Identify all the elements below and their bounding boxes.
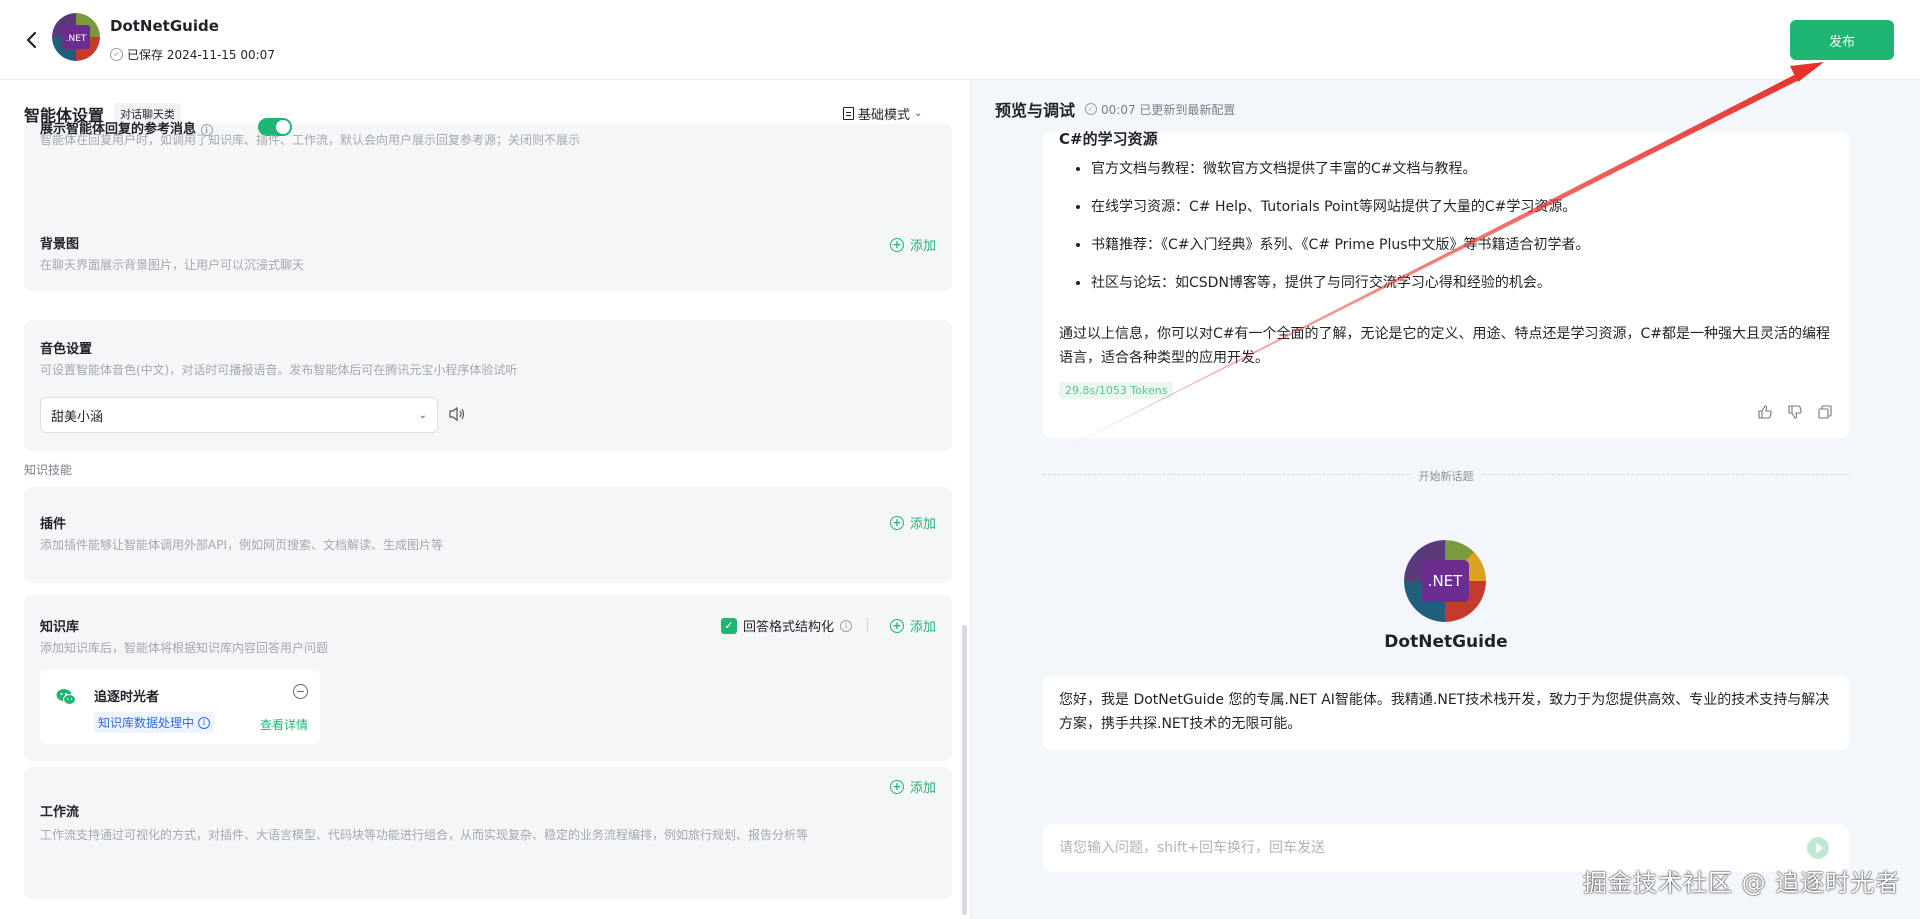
knowledge-card: 知识库 添加知识库后，智能体将根据知识库内容回答用户问题 ✓ 回答格式结构化 i… bbox=[24, 594, 952, 761]
knowledge-item: 追逐时光者 知识库数据处理中 i 查看详情 bbox=[40, 670, 320, 744]
check-circle-icon: ✓ bbox=[110, 48, 123, 61]
voice-desc: 可设置智能体音色(中文)，对话时可播报语音。发布智能体后可在腾讯元宝小程序体验试… bbox=[40, 363, 518, 377]
scrollbar[interactable] bbox=[962, 625, 967, 915]
copy-icon[interactable] bbox=[1817, 404, 1833, 420]
list-item: 社区与论坛：如CSDN博客等，提供了与同行交流学习心得和经验的机会。 bbox=[1091, 274, 1590, 312]
structured-answer-label: 回答格式结构化 bbox=[742, 620, 834, 635]
chevron-down-icon: ⌄ bbox=[418, 409, 427, 421]
preview-header: 预览与调试 ✓ 00:07 已更新到最新配置 bbox=[995, 97, 1235, 121]
plus-circle-icon: + bbox=[889, 618, 904, 633]
agent-settings-panel: 智能体设置 对话聊天类 基础模式 ⌄ 展示智能体回复的参考消息 i 智能体在回复… bbox=[0, 80, 970, 919]
workflow-desc: 工作流支持通过可视化的方式，对插件、大语言模型、代码块等功能进行组合，从而实现复… bbox=[40, 828, 809, 842]
publish-button[interactable]: 发布 bbox=[1790, 20, 1894, 60]
preview-panel: 预览与调试 ✓ 00:07 已更新到最新配置 C#的学习资源 官方文档与教程：微… bbox=[970, 80, 1920, 919]
plugins-card: 插件 添加插件能够让智能体调用外部API，例如网页搜索、文档解读、生成图片等 +… bbox=[24, 487, 952, 583]
bot-answer-message: C#的学习资源 官方文档与教程：微软官方文档提供了丰富的C#文档与教程。 在线学… bbox=[1043, 130, 1849, 438]
add-label: 添加 bbox=[909, 517, 936, 532]
new-topic-label[interactable]: 开始新话题 bbox=[1410, 468, 1482, 484]
new-topic-divider: 开始新话题 bbox=[1043, 468, 1849, 484]
mode-selector[interactable]: 基础模式 ⌄ bbox=[843, 104, 922, 123]
tokens-badge: 29.8s/1053 Tokens bbox=[1059, 382, 1174, 399]
voice-card: 音色设置 可设置智能体音色(中文)，对话时可播报语音。发布智能体后可在腾讯元宝小… bbox=[24, 320, 952, 451]
wechat-icon bbox=[56, 689, 76, 705]
save-status-text: 已保存 2024-11-15 00:07 bbox=[127, 48, 275, 62]
knowledge-title: 知识库 bbox=[40, 620, 80, 635]
references-desc: 智能体在回复用户时，如调用了知识库、插件、工作流，默认会向用户展示回复参考源；关… bbox=[40, 133, 581, 147]
check-circle-icon: ✓ bbox=[1085, 103, 1098, 115]
thumbs-up-icon[interactable] bbox=[1757, 404, 1773, 420]
workflow-add-button[interactable]: + 添加 bbox=[889, 777, 936, 796]
structured-answer-option: ✓ 回答格式结构化 i bbox=[720, 616, 852, 635]
chevron-down-icon: ⌄ bbox=[914, 108, 923, 119]
bot-name: DotNetGuide bbox=[1384, 632, 1508, 652]
top-header: .NET DotNetGuide ✓ 已保存 2024-11-15 00:07 … bbox=[0, 0, 1920, 80]
list-item: 在线学习资源：C# Help、Tutorials Point等网站提供了大量的C… bbox=[1091, 198, 1590, 236]
avatar-text: .NET bbox=[66, 34, 87, 44]
thumbs-down-icon[interactable] bbox=[1787, 404, 1803, 420]
add-label: 添加 bbox=[909, 239, 936, 254]
voice-select[interactable]: 甜美小涵 ⌄ bbox=[40, 397, 438, 433]
answer-heading: C#的学习资源 bbox=[1059, 130, 1158, 148]
plugins-add-button[interactable]: + 添加 bbox=[889, 513, 936, 532]
background-card: 背景图 在聊天界面展示背景图片，让用户可以沉浸式聊天 + 添加 bbox=[24, 215, 952, 291]
knowledge-status-badge: 知识库数据处理中 i bbox=[94, 712, 215, 733]
plus-circle-icon: + bbox=[889, 779, 904, 794]
background-title: 背景图 bbox=[40, 237, 80, 252]
app-title: DotNetGuide bbox=[110, 17, 219, 35]
speaker-icon[interactable] bbox=[448, 406, 466, 422]
knowledge-item-name: 追逐时光者 bbox=[94, 690, 160, 705]
structured-answer-checkbox[interactable]: ✓ bbox=[720, 617, 737, 634]
background-add-button[interactable]: + 添加 bbox=[889, 235, 936, 254]
preview-status-text: 00:07 已更新到最新配置 bbox=[1101, 102, 1236, 117]
info-icon[interactable]: i bbox=[840, 619, 852, 632]
list-item: 书籍推荐：《C#入门经典》系列、《C# Prime Plus中文版》等书籍适合初… bbox=[1091, 236, 1590, 274]
plus-circle-icon: + bbox=[889, 237, 904, 252]
knowledge-desc: 添加知识库后，智能体将根据知识库内容回答用户问题 bbox=[40, 641, 329, 655]
mode-label: 基础模式 bbox=[858, 108, 911, 123]
info-icon[interactable]: i bbox=[198, 716, 211, 729]
plus-circle-icon: + bbox=[889, 515, 904, 530]
voice-title: 音色设置 bbox=[40, 342, 93, 357]
knowledge-add-button[interactable]: + 添加 bbox=[889, 616, 936, 635]
divider bbox=[867, 618, 868, 632]
background-desc: 在聊天界面展示背景图片，让用户可以沉浸式聊天 bbox=[40, 258, 305, 272]
preview-status: ✓ 00:07 已更新到最新配置 bbox=[1085, 101, 1235, 118]
watermark: 掘金技术社区 @ 追逐时光者 bbox=[1583, 869, 1901, 897]
answer-summary: 通过以上信息，你可以对C#有一个全面的了解，无论是它的定义、用途、特点还是学习资… bbox=[1059, 326, 1831, 366]
plugins-title: 插件 bbox=[40, 517, 67, 532]
save-status: ✓ 已保存 2024-11-15 00:07 bbox=[110, 46, 275, 63]
bot-avatar-small[interactable]: .NET bbox=[52, 13, 100, 61]
knowledge-status-text: 知识库数据处理中 bbox=[98, 716, 195, 730]
remove-circle-icon[interactable] bbox=[293, 684, 308, 699]
document-icon bbox=[843, 107, 854, 120]
voice-selected: 甜美小涵 bbox=[51, 409, 104, 425]
back-arrow-icon[interactable] bbox=[22, 28, 42, 52]
welcome-message: 您好，我是 DotNetGuide 您的专属.NET AI智能体。我精通.NET… bbox=[1043, 676, 1849, 750]
workflow-card: 工作流 工作流支持通过可视化的方式，对插件、大语言模型、代码块等功能进行组合，从… bbox=[24, 767, 952, 899]
workflow-title: 工作流 bbox=[40, 805, 80, 820]
preview-title: 预览与调试 bbox=[995, 101, 1076, 120]
add-label: 添加 bbox=[909, 620, 936, 635]
avatar-text: .NET bbox=[1428, 572, 1463, 590]
add-label: 添加 bbox=[909, 781, 936, 796]
plugins-desc: 添加插件能够让智能体调用外部API，例如网页搜索、文档解读、生成图片等 bbox=[40, 538, 443, 552]
message-actions bbox=[1757, 404, 1833, 420]
view-details-link[interactable]: 查看详情 bbox=[260, 716, 308, 733]
send-icon[interactable] bbox=[1807, 837, 1829, 859]
section-label-knowledge: 知识技能 bbox=[24, 463, 73, 477]
bot-avatar-large: .NET bbox=[1404, 540, 1486, 622]
list-item: 官方文档与教程：微软官方文档提供了丰富的C#文档与教程。 bbox=[1091, 160, 1590, 198]
answer-list: 官方文档与教程：微软官方文档提供了丰富的C#文档与教程。 在线学习资源：C# H… bbox=[1091, 160, 1590, 312]
